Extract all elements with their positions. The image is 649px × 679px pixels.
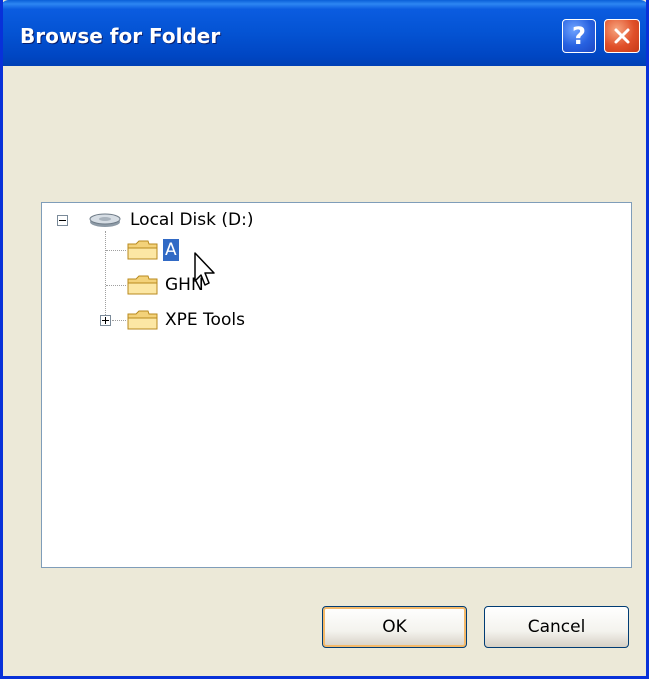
folder-icon: [127, 310, 158, 330]
close-icon: [614, 28, 630, 44]
title-bar[interactable]: Browse for Folder ?: [3, 0, 646, 66]
tree-connector: [112, 320, 126, 321]
tree-connector: [106, 285, 126, 286]
tree-node-a[interactable]: A: [126, 237, 179, 263]
folder-icon: [127, 240, 158, 260]
tree-node-label: A: [163, 239, 179, 261]
help-icon: ?: [572, 22, 586, 50]
ok-button[interactable]: OK: [322, 606, 467, 648]
tree-node-local-disk[interactable]: Local Disk (D:): [88, 207, 255, 233]
collapse-toggle[interactable]: [57, 215, 68, 226]
folder-icon: [127, 275, 158, 295]
folder-tree[interactable]: Local Disk (D:) A GHN XPE Tools: [41, 202, 632, 568]
close-button[interactable]: [604, 19, 640, 53]
expand-toggle[interactable]: [100, 315, 111, 326]
help-button[interactable]: ?: [562, 19, 596, 53]
tree-connector: [106, 250, 126, 251]
drive-icon: [89, 213, 121, 227]
tree-node-label: Local Disk (D:): [130, 210, 254, 230]
tree-connector: [105, 231, 106, 321]
tree-node-label: XPE Tools: [165, 310, 245, 330]
tree-node-xpe-tools[interactable]: XPE Tools: [126, 307, 247, 333]
window-title: Browse for Folder: [20, 24, 221, 48]
cancel-button[interactable]: Cancel: [484, 606, 629, 648]
hand-cursor-icon: [194, 252, 215, 286]
browse-folder-dialog: Browse for Folder ? Local Disk (D:) A GH…: [0, 0, 649, 679]
